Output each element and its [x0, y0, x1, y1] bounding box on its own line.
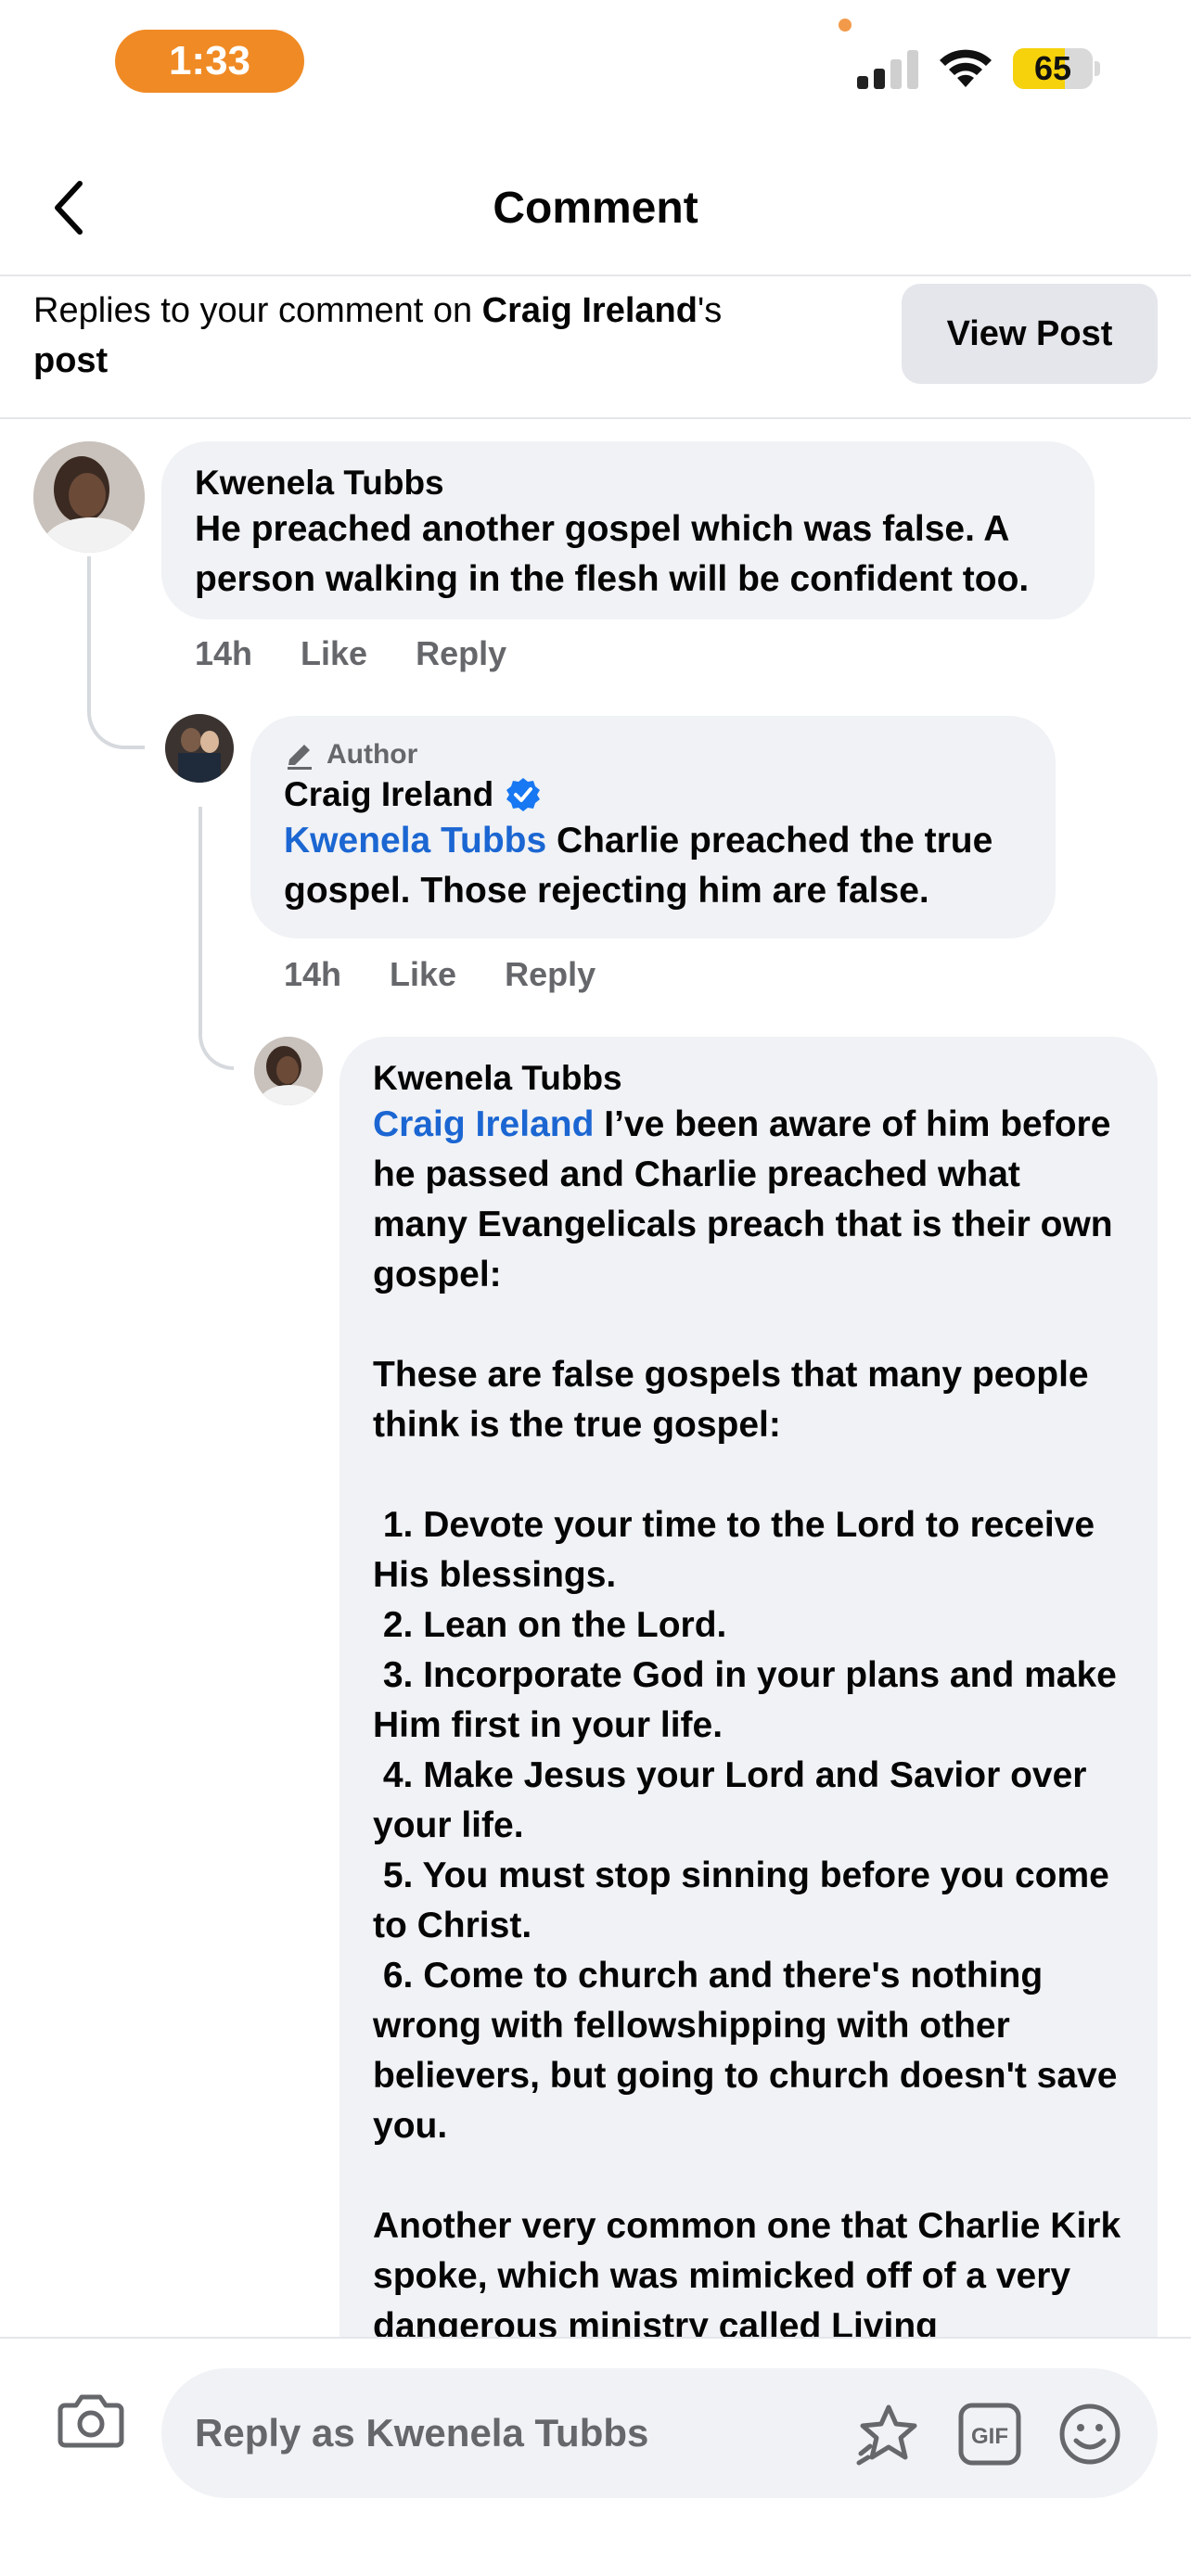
- comment-text: Kwenela Tubbs Charlie preached the true …: [284, 816, 1022, 916]
- reply-input[interactable]: Reply as Kwenela Tubbs GIF: [161, 2368, 1158, 2498]
- status-bar: 1:33 65: [0, 0, 1191, 130]
- back-button[interactable]: [41, 171, 96, 245]
- mention-link[interactable]: Kwenela Tubbs: [284, 821, 546, 861]
- comment-bubble[interactable]: Kwenela Tubbs Craig Ireland I’ve been aw…: [339, 1037, 1158, 2391]
- replies-context-bar: Replies to your comment on Craig Ireland…: [0, 276, 1191, 419]
- comment-bubble[interactable]: Kwenela Tubbs He preached another gospel…: [161, 441, 1095, 619]
- pencil-icon: [288, 745, 312, 770]
- comment-timestamp[interactable]: 14h: [195, 634, 252, 673]
- replies-possessive: 's: [697, 291, 723, 330]
- comment-actions: 14h Like Reply: [284, 951, 644, 998]
- replies-post-word: post: [33, 341, 109, 380]
- status-time[interactable]: 1:33: [115, 30, 304, 93]
- header-bar: Comment: [0, 139, 1191, 276]
- avatar[interactable]: [165, 714, 234, 783]
- avatar[interactable]: [33, 441, 145, 553]
- replies-prefix: Replies to your comment on: [33, 291, 482, 330]
- gif-icon[interactable]: GIF: [957, 2402, 1022, 2467]
- svg-text:GIF: GIF: [971, 2424, 1008, 2449]
- reply-composer: Reply as Kwenela Tubbs GIF: [0, 2337, 1191, 2576]
- replies-context-text: Replies to your comment on Craig Ireland…: [33, 286, 850, 386]
- comment-actions: 14h Like Reply: [195, 631, 555, 677]
- avatar-sticker-icon[interactable]: [853, 2400, 924, 2470]
- comment-author-name[interactable]: Kwenela Tubbs: [373, 1057, 1124, 1100]
- author-badge: Author: [284, 736, 1022, 773]
- comment-bubble[interactable]: Author Craig Ireland Kwenela Tubbs Charl…: [250, 716, 1056, 938]
- reply-button[interactable]: Reply: [505, 955, 596, 994]
- comment-text: He preached another gospel which was fal…: [195, 509, 1030, 599]
- comment-author-row: Craig Ireland: [284, 773, 1022, 816]
- author-badge-label: Author: [327, 739, 418, 770]
- camera-icon[interactable]: [56, 2385, 126, 2455]
- profile-photo-icon: [33, 441, 145, 553]
- thread-connector-line: [87, 556, 145, 749]
- cellular-signal-icon: [857, 50, 918, 89]
- avatar[interactable]: [254, 1037, 323, 1105]
- thread-connector-line: [198, 807, 234, 1070]
- wifi-icon: [940, 49, 992, 87]
- post-owner-name[interactable]: Craig Ireland: [482, 291, 698, 330]
- verified-badge-icon: [506, 778, 541, 811]
- mic-indicator-dot: [839, 19, 852, 32]
- like-button[interactable]: Like: [301, 634, 367, 673]
- view-post-button[interactable]: View Post: [902, 284, 1158, 384]
- profile-photo-icon: [165, 714, 234, 783]
- battery-indicator: 65: [1013, 48, 1093, 89]
- battery-percent: 65: [1033, 49, 1072, 87]
- battery-tip: [1095, 61, 1100, 76]
- comment-author-name[interactable]: Kwenela Tubbs: [195, 462, 1061, 504]
- chevron-left-icon: [55, 181, 83, 235]
- like-button[interactable]: Like: [390, 955, 456, 994]
- reply-button[interactable]: Reply: [416, 634, 506, 673]
- comment-text-body: I’ve been aware of him before he passed …: [373, 1104, 1121, 2346]
- reply-input-placeholder: Reply as Kwenela Tubbs: [195, 2411, 649, 2455]
- emoji-icon[interactable]: [1057, 2402, 1122, 2467]
- page-title: Comment: [493, 183, 698, 233]
- comment-author-name[interactable]: Craig Ireland: [284, 773, 493, 816]
- comment-timestamp[interactable]: 14h: [284, 955, 341, 994]
- profile-photo-icon: [254, 1037, 323, 1105]
- comment-text: Craig Ireland I’ve been aware of him bef…: [373, 1100, 1124, 2352]
- mention-link[interactable]: Craig Ireland: [373, 1104, 594, 1144]
